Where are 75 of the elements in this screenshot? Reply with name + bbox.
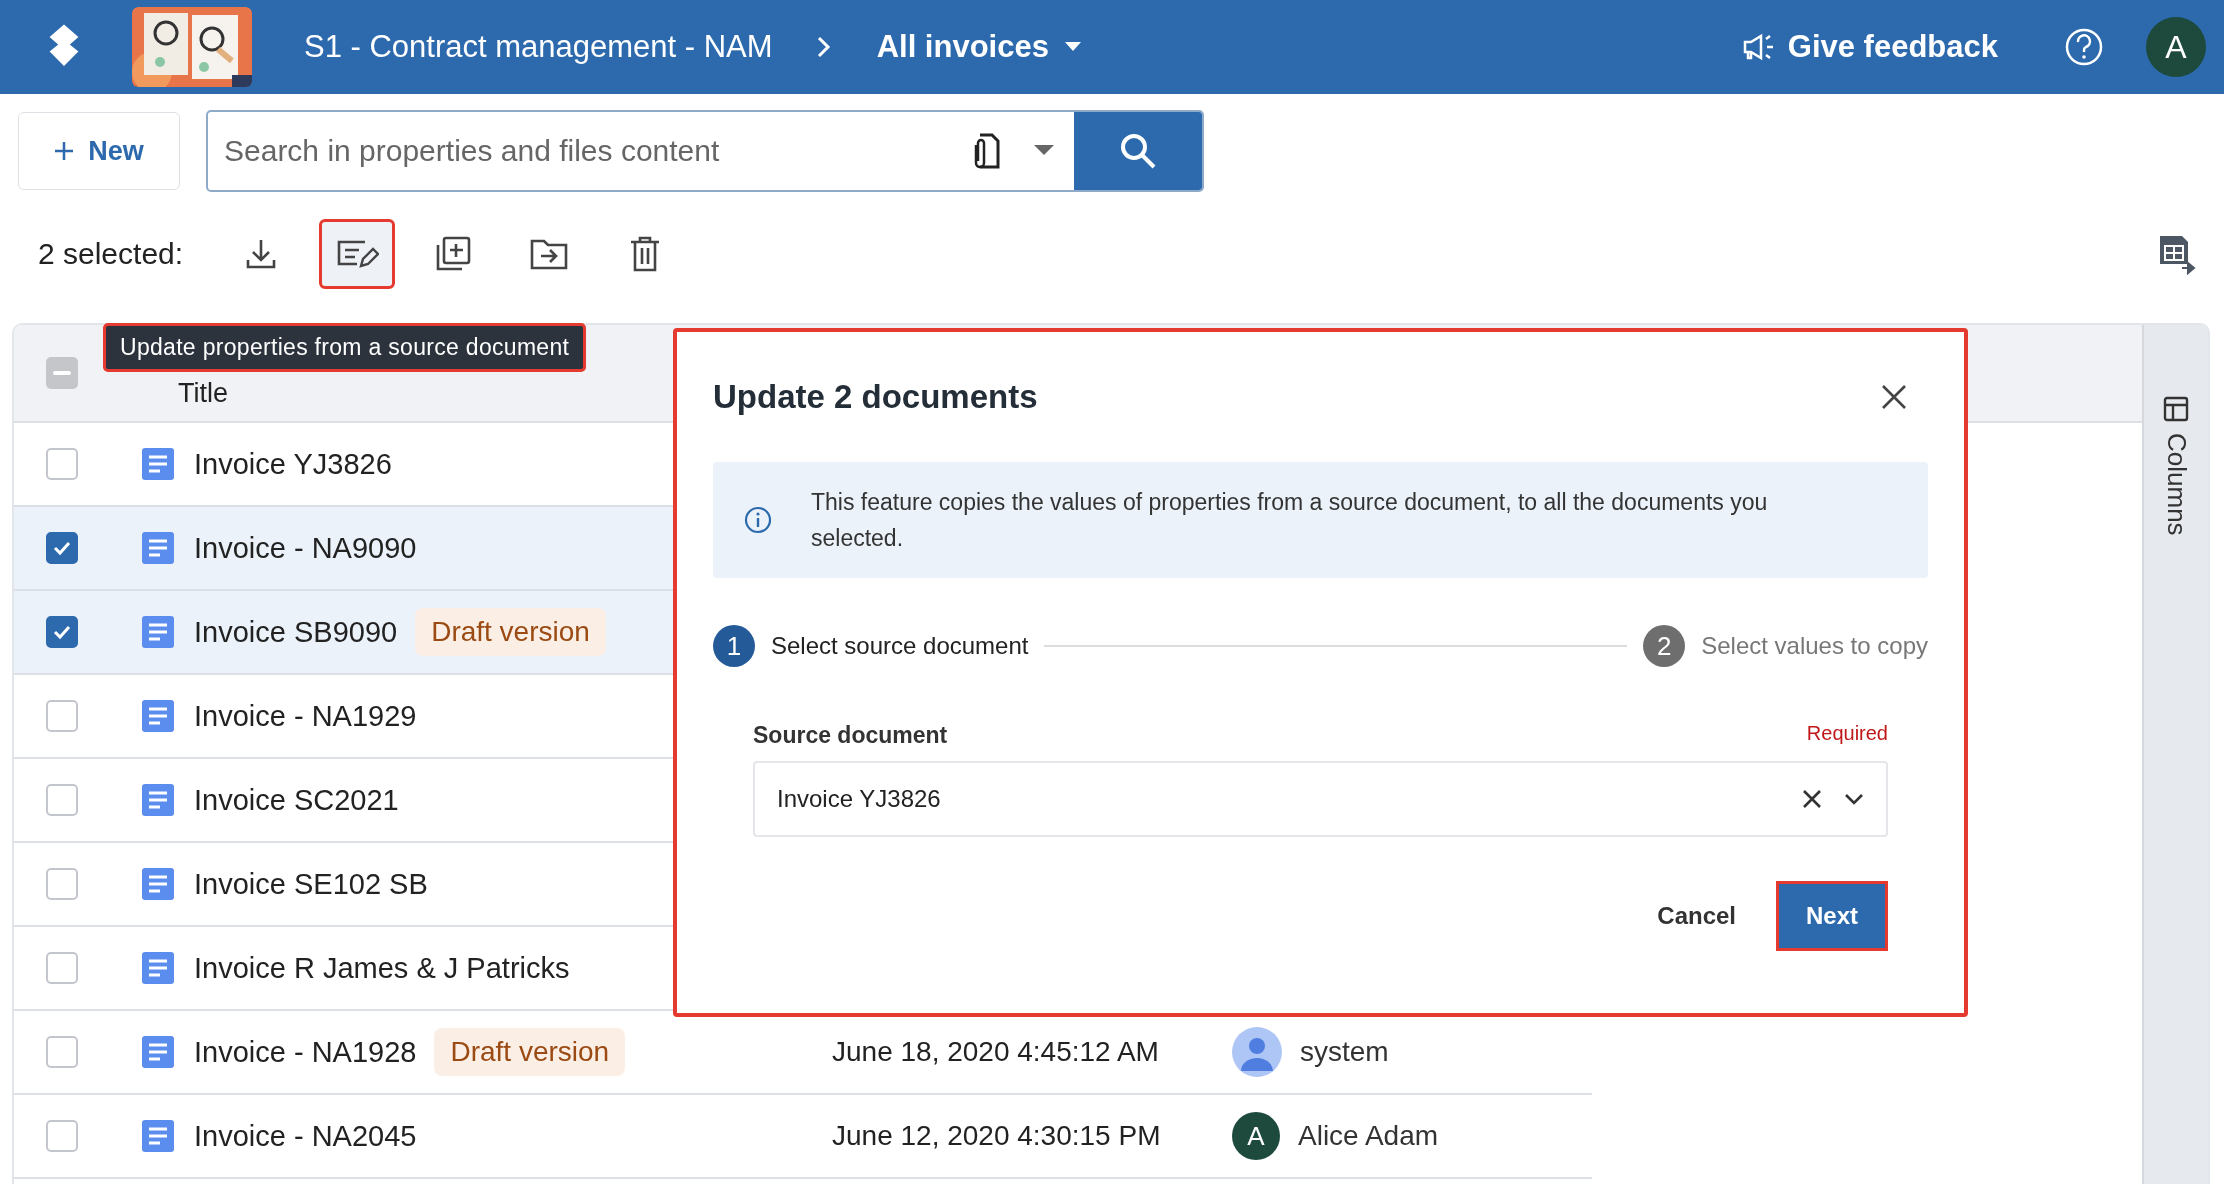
document-icon — [142, 868, 174, 900]
row-checkbox[interactable] — [46, 952, 78, 984]
document-icon — [142, 784, 174, 816]
document-icon — [142, 448, 174, 480]
row-checkbox[interactable] — [46, 448, 78, 480]
caret-icon[interactable] — [1034, 145, 1054, 157]
chevron-down-icon[interactable] — [1844, 792, 1864, 806]
select-all-checkbox[interactable] — [46, 357, 78, 389]
document-icon — [142, 616, 174, 648]
tooltip: Update properties from a source document — [103, 323, 587, 372]
document-title[interactable]: Invoice - NA1928 — [194, 1035, 417, 1069]
folder-move-icon — [529, 237, 570, 271]
close-icon[interactable] — [1880, 383, 1908, 411]
document-title[interactable]: Invoice - NA2045 — [194, 1119, 417, 1153]
date-cell-text: June 18, 2020 4:45:12 AM — [832, 1036, 1160, 1068]
columns-tab[interactable]: Columns — [2160, 325, 2192, 1184]
dialog-title: Update 2 documents — [713, 378, 1038, 416]
user-name: system — [1300, 1036, 1389, 1068]
step-number: 2 — [1643, 625, 1686, 667]
user-name: Alice Adam — [1298, 1120, 1439, 1152]
info-text: This feature copies the values of properties from a source document, to all the documents you selected. — [811, 488, 1769, 553]
document-icon — [142, 700, 174, 732]
plus-icon — [54, 141, 75, 161]
column-header[interactable]: Title — [178, 377, 228, 409]
columns-icon — [2162, 395, 2190, 423]
step-label: Select values to copy — [1701, 632, 1928, 660]
step-label: Select source document — [771, 632, 1029, 660]
document-title[interactable]: Invoice SE102 SB — [194, 867, 428, 901]
document-icon — [142, 1120, 174, 1152]
clear-icon[interactable] — [1802, 789, 1822, 809]
search-bar[interactable]: Search in properties and files content — [206, 110, 1204, 192]
document-icon — [142, 1036, 174, 1068]
row-checkbox[interactable] — [46, 700, 78, 732]
row-checkbox[interactable] — [46, 532, 78, 564]
search-field[interactable]: Search in properties and files content — [208, 133, 968, 169]
field-label: Source document — [753, 722, 948, 749]
feedback-button[interactable]: Give feedback — [1741, 29, 1998, 65]
draft-badge: Draft version — [415, 608, 606, 656]
selection-count: 2 selected: — [38, 237, 184, 271]
date-cell-text: June 12, 2020 4:30:15 PM — [832, 1120, 1162, 1152]
row-checkbox[interactable] — [46, 616, 78, 648]
row-checkbox[interactable] — [46, 784, 78, 816]
megaphone-icon — [1741, 33, 1776, 61]
document-title[interactable]: Invoice R James & J Patricks — [194, 951, 570, 985]
document-icon — [142, 952, 174, 984]
user-avatar-icon — [1232, 1027, 1282, 1077]
user-avatar: A — [1232, 1112, 1280, 1160]
view-dropdown[interactable]: All invoices — [876, 29, 1081, 65]
row-checkbox[interactable] — [46, 868, 78, 900]
new-button[interactable]: New — [18, 112, 180, 190]
chevron-right-icon — [816, 36, 831, 58]
workspace-title[interactable]: S1 - Contract management - NAM — [304, 29, 773, 65]
row-checkbox[interactable] — [46, 1120, 78, 1152]
search-button[interactable] — [1074, 112, 1202, 190]
document-title[interactable]: Invoice SB9090 — [194, 615, 398, 649]
source-document-select[interactable]: Invoice YJ3826 — [753, 761, 1888, 837]
caret-icon — [1064, 42, 1081, 52]
search-icon — [1118, 131, 1158, 171]
edit-button[interactable] — [319, 219, 396, 289]
document-title[interactable]: Invoice SC2021 — [194, 783, 399, 817]
selected-value: Invoice YJ3826 — [777, 785, 942, 813]
document-title[interactable]: Invoice YJ3826 — [194, 447, 392, 481]
copy-add-icon — [434, 235, 473, 273]
step-number: 1 — [713, 625, 755, 667]
row-checkbox[interactable] — [46, 1036, 78, 1068]
cancel-button[interactable]: Cancel — [1657, 902, 1736, 930]
info-icon — [743, 505, 773, 535]
draft-badge: Draft version — [434, 1028, 626, 1076]
document-title[interactable]: Invoice - NA9090 — [194, 531, 417, 565]
document-icon — [142, 532, 174, 564]
next-button[interactable]: Next — [1776, 881, 1888, 951]
help-icon[interactable] — [2064, 27, 2104, 67]
user-avatar[interactable]: A — [2146, 17, 2206, 77]
document-title[interactable]: Invoice - NA1929 — [194, 699, 417, 733]
required-label: Required — [1806, 722, 1888, 746]
